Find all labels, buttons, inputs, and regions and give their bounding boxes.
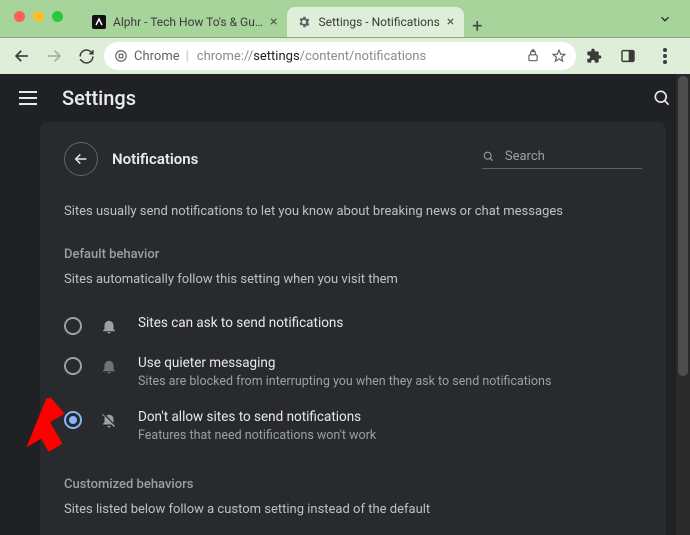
side-panel-icon[interactable] (614, 42, 642, 70)
browser-menu-icon[interactable] (648, 42, 682, 70)
bookmark-icon[interactable] (552, 49, 566, 63)
panel-back-button[interactable] (64, 142, 98, 176)
bell-off-icon (100, 411, 120, 429)
panel-search[interactable] (482, 149, 642, 169)
option-title: Use quieter messaging (138, 355, 551, 371)
option-subtitle: Sites are blocked from interrupting you … (138, 374, 551, 389)
extensions-icon[interactable] (580, 42, 608, 70)
section-customized-sub: Sites listed below follow a custom setti… (64, 502, 642, 517)
option-quieter-messaging[interactable]: Use quieter messaging Sites are blocked … (64, 345, 642, 399)
share-icon[interactable] (526, 49, 540, 63)
panel-title: Notifications (112, 150, 198, 168)
search-icon (482, 149, 495, 164)
settings-panel: Notifications Sites usually send notific… (40, 122, 666, 535)
app-search-icon[interactable] (652, 88, 672, 108)
option-dont-allow[interactable]: Don't allow sites to send notifications … (64, 399, 642, 453)
nav-back-button[interactable] (8, 42, 36, 70)
browser-tab[interactable]: Alphr - Tech How To's & Guide × (82, 7, 287, 37)
reload-button[interactable] (72, 42, 100, 70)
bell-muted-icon (100, 357, 120, 375)
browser-toolbar: Chrome | chrome://settings/content/notif… (0, 38, 690, 74)
tab-overflow-button[interactable] (640, 12, 690, 26)
settings-app: Settings Notifications Sites usually sen… (0, 74, 690, 535)
settings-appbar: Settings (0, 74, 690, 122)
option-sites-can-ask[interactable]: Sites can ask to send notifications (64, 305, 642, 345)
scheme-label: Chrome (134, 49, 180, 64)
close-tab-icon[interactable]: × (447, 14, 454, 30)
panel-search-input[interactable] (505, 149, 642, 164)
window-titlebar: Alphr - Tech How To's & Guide × Settings… (0, 0, 690, 38)
site-info-button[interactable]: Chrome | (114, 49, 189, 64)
hamburger-menu-icon[interactable] (18, 90, 40, 106)
omnibox[interactable]: Chrome | chrome://settings/content/notif… (104, 42, 576, 70)
close-tab-icon[interactable]: × (270, 14, 277, 30)
option-title: Don't allow sites to send notifications (138, 409, 376, 425)
panel-description: Sites usually send notifications to let … (64, 204, 642, 219)
traffic-lights (14, 11, 63, 22)
close-window-button[interactable] (14, 11, 25, 22)
section-default-behavior-sub: Sites automatically follow this setting … (64, 272, 642, 287)
gear-icon (297, 15, 311, 29)
maximize-window-button[interactable] (52, 11, 63, 22)
alphr-favicon (92, 15, 106, 29)
minimize-window-button[interactable] (33, 11, 44, 22)
radio-button[interactable] (64, 317, 82, 335)
scrollbar-thumb[interactable] (678, 76, 688, 376)
url-text: chrome://settings/content/notifications (197, 49, 426, 64)
browser-tab[interactable]: Settings - Notifications × (287, 7, 464, 37)
radio-button[interactable] (64, 357, 82, 375)
option-title: Sites can ask to send notifications (138, 315, 343, 331)
section-customized-label: Customized behaviors (64, 477, 642, 492)
section-default-behavior-label: Default behavior (64, 247, 642, 262)
tab-title: Alphr - Tech How To's & Guide (113, 15, 263, 29)
nav-forward-button[interactable] (40, 42, 68, 70)
tab-strip: Alphr - Tech How To's & Guide × Settings… (82, 7, 490, 37)
app-title: Settings (62, 86, 136, 110)
bell-icon (100, 317, 120, 335)
annotation-arrow (12, 398, 67, 453)
new-tab-button[interactable]: + (464, 16, 490, 37)
option-subtitle: Features that need notifications won't w… (138, 428, 376, 443)
tab-title: Settings - Notifications (318, 15, 439, 29)
